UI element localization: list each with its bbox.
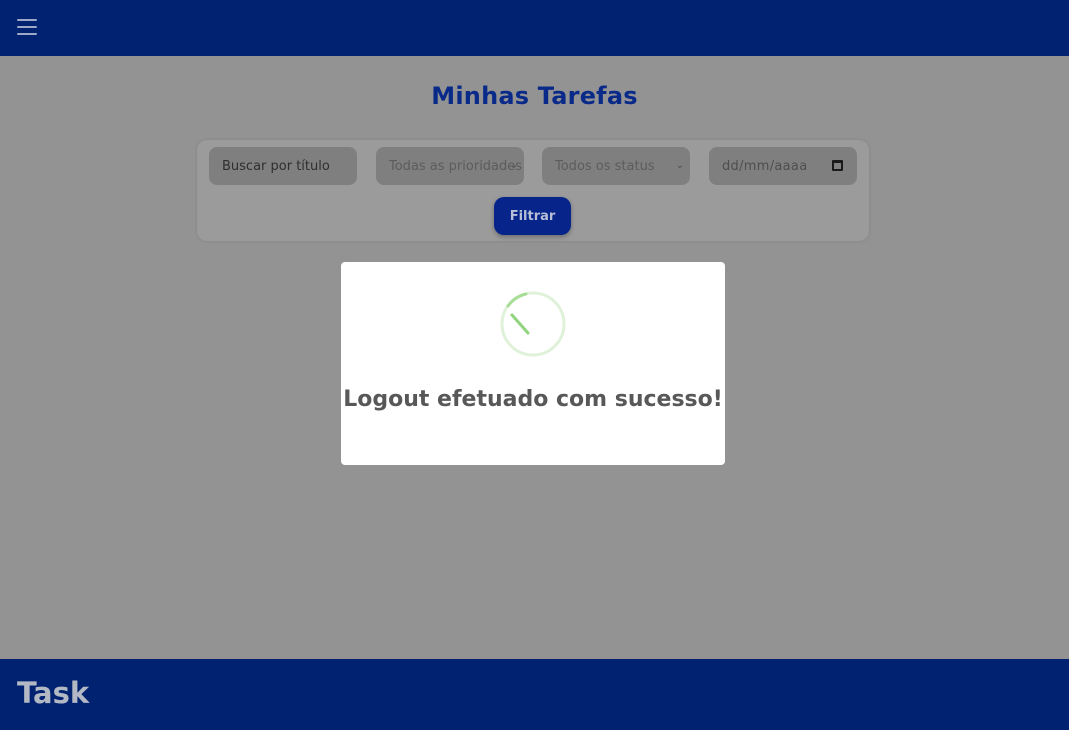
footer-brand: Task [17, 676, 90, 710]
page-title: Minhas Tarefas [431, 82, 638, 110]
calendar-icon[interactable] [832, 160, 843, 171]
search-input[interactable]: Buscar por título [209, 147, 357, 185]
logout-success-modal: Logout efetuado com sucesso! [341, 262, 725, 465]
filter-panel: Buscar por título Todas as prioridades ⌄… [197, 140, 869, 241]
modal-message: Logout efetuado com sucesso! [343, 387, 723, 412]
priority-select[interactable]: Todas as prioridades ⌄ [376, 147, 524, 185]
date-input[interactable]: dd/mm/aaaa [709, 147, 857, 185]
hamburger-icon[interactable] [17, 19, 37, 37]
status-select-value: Todos os status [555, 158, 655, 174]
date-placeholder: dd/mm/aaaa [722, 158, 808, 174]
success-spinner-icon [500, 291, 566, 357]
chevron-down-icon: ⌄ [675, 160, 684, 171]
top-navbar [0, 0, 1069, 56]
footer: Task [0, 659, 1069, 730]
status-select[interactable]: Todos os status ⌄ [542, 147, 690, 185]
search-placeholder: Buscar por título [222, 158, 330, 174]
priority-select-value: Todas as prioridades [389, 158, 523, 174]
chevron-down-icon: ⌄ [509, 160, 518, 171]
filter-button[interactable]: Filtrar [494, 197, 571, 235]
